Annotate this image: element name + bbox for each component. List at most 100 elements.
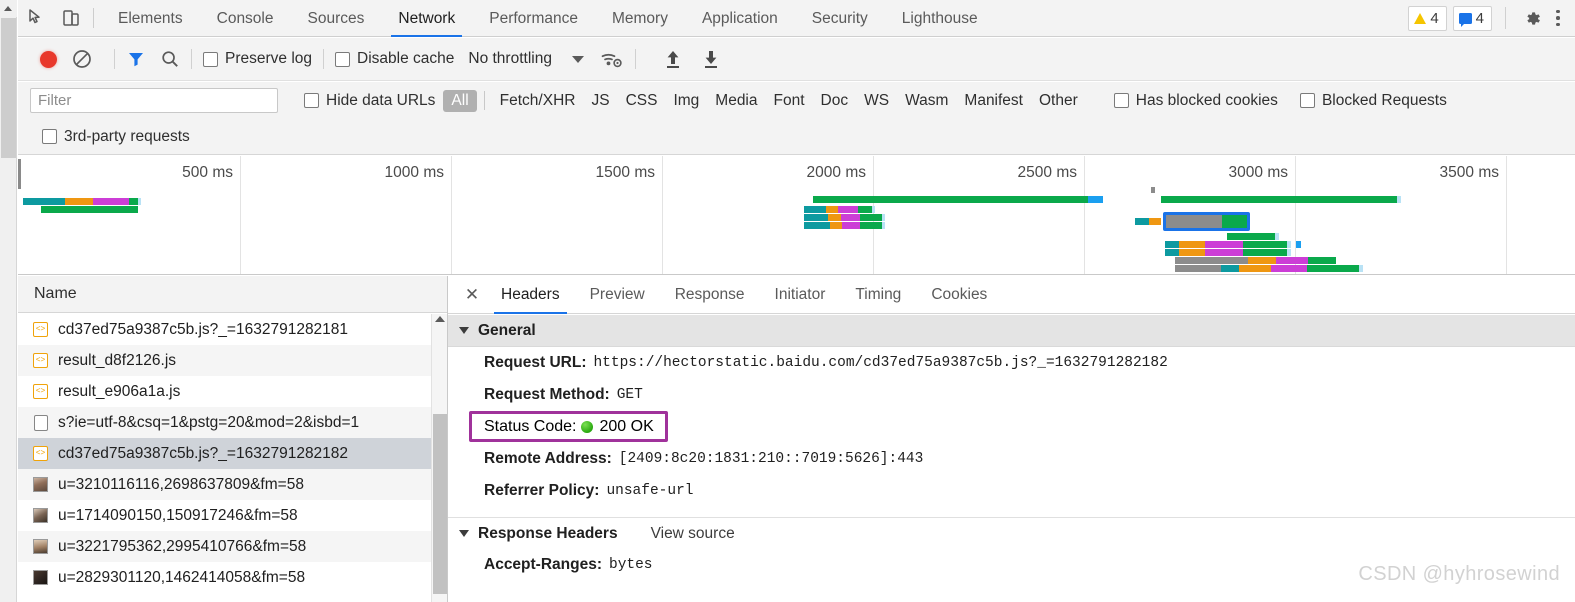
throttling-select[interactable]: No throttling	[468, 50, 552, 68]
clear-button[interactable]	[71, 48, 93, 70]
disable-cache-box[interactable]	[335, 51, 351, 67]
request-url-row: Request URL: https://hectorstatic.baidu.…	[448, 347, 1575, 379]
tick-line	[1506, 156, 1507, 274]
filter-type-fetchxhr[interactable]: Fetch/XHR	[492, 90, 584, 112]
tab-timing[interactable]: Timing	[840, 276, 916, 314]
hide-data-urls-label: Hide data URLs	[326, 91, 436, 109]
waterfall-bar	[1165, 241, 1305, 248]
filter-type-css[interactable]: CSS	[618, 90, 666, 112]
warning-count-badge[interactable]: 4	[1408, 5, 1447, 31]
preserve-log-label: Preserve log	[225, 50, 313, 67]
tick-label: 2000 ms	[806, 164, 866, 181]
tab-headers[interactable]: Headers	[486, 276, 575, 314]
waterfall-bar	[804, 222, 900, 229]
filter-type-font[interactable]: Font	[766, 90, 813, 112]
search-icon[interactable]	[160, 49, 180, 69]
waterfall-bar	[1165, 249, 1299, 256]
third-party-requests-box[interactable]	[42, 129, 57, 144]
network-controls-bar: Preserve log Disable cache No throttling	[18, 38, 1575, 81]
table-row[interactable]: <> result_d8f2126.js	[18, 345, 447, 376]
view-source-link[interactable]: View source	[651, 525, 735, 543]
overview-left-handle[interactable]	[18, 159, 21, 189]
scrollbar-thumb[interactable]	[1, 18, 16, 158]
selected-request-highlight[interactable]	[1163, 212, 1250, 231]
filter-input[interactable]	[30, 88, 278, 113]
tab-preview[interactable]: Preview	[575, 276, 660, 314]
filter-type-js[interactable]: JS	[583, 90, 617, 112]
tick-line	[1084, 156, 1085, 274]
headers-content: General Request URL: https://hectorstati…	[448, 315, 1575, 602]
preserve-log-box[interactable]	[203, 51, 218, 67]
has-blocked-cookies-checkbox[interactable]: Has blocked cookies	[1113, 92, 1278, 110]
message-count-badge[interactable]: 4	[1452, 5, 1492, 31]
table-row[interactable]: u=1714090150,150917246&fm=58	[18, 500, 447, 531]
table-row-selected[interactable]: <> cd37ed75a9387c5b.js?_=1632791282182	[18, 438, 447, 469]
tab-memory[interactable]: Memory	[595, 0, 685, 37]
scrollbar-thumb[interactable]	[433, 414, 447, 594]
device-toolbar-icon[interactable]	[56, 3, 86, 33]
table-row[interactable]: u=2829301120,1462414058&fm=58	[18, 562, 447, 593]
network-overview-timeline[interactable]: 500 ms 1000 ms 1500 ms 2000 ms 2500 ms 3…	[18, 156, 1575, 275]
kebab-menu-icon[interactable]	[1547, 6, 1569, 30]
table-row[interactable]: <> cd37ed75a9387c5b.js?_=1632791282181	[18, 314, 447, 345]
blocked-requests-box[interactable]	[1299, 93, 1315, 108]
hide-data-urls-checkbox[interactable]: Hide data URLs	[304, 92, 435, 110]
waterfall-bar	[1175, 257, 1336, 264]
tab-initiator[interactable]: Initiator	[760, 276, 841, 314]
scroll-up-arrow-icon[interactable]	[0, 0, 17, 17]
filter-type-all[interactable]: All	[443, 89, 477, 112]
tab-lighthouse[interactable]: Lighthouse	[885, 0, 995, 37]
preserve-log-checkbox[interactable]: Preserve log	[203, 50, 312, 68]
filter-type-ws[interactable]: WS	[856, 90, 897, 112]
request-list-pane: Name <> cd37ed75a9387c5b.js?_=1632791282…	[18, 276, 448, 602]
filter-type-img[interactable]: Img	[665, 90, 707, 112]
filter-type-doc[interactable]: Doc	[813, 90, 857, 112]
general-section-header[interactable]: General	[448, 315, 1575, 347]
request-list-scrollbar[interactable]	[431, 314, 447, 602]
status-code-row: Status Code: 200 OK	[448, 411, 1575, 443]
request-detail-pane: ✕ Headers Preview Response Initiator Tim…	[448, 276, 1575, 602]
table-row[interactable]: u=3210116116,2698637809&fm=58	[18, 469, 447, 500]
export-har-icon[interactable]	[699, 47, 723, 71]
hide-data-urls-box[interactable]	[304, 93, 319, 108]
has-blocked-cookies-box[interactable]	[1113, 93, 1129, 108]
disable-cache-checkbox[interactable]: Disable cache	[335, 50, 454, 68]
network-conditions-icon[interactable]	[600, 48, 624, 70]
inspect-element-icon[interactable]	[22, 3, 52, 33]
filter-type-media[interactable]: Media	[707, 90, 765, 112]
record-button[interactable]	[40, 50, 57, 68]
filter-type-manifest[interactable]: Manifest	[956, 90, 1031, 112]
filter-type-other[interactable]: Other	[1031, 90, 1086, 112]
close-icon[interactable]: ✕	[458, 276, 486, 313]
tab-console[interactable]: Console	[200, 0, 291, 37]
filter-funnel-icon[interactable]	[126, 49, 146, 69]
toolbar-divider	[93, 8, 94, 28]
gear-icon[interactable]	[1517, 3, 1547, 33]
tab-application[interactable]: Application	[685, 0, 795, 37]
tab-response[interactable]: Response	[660, 276, 760, 314]
table-row[interactable]: s?ie=utf-8&csq=1&pstg=20&mod=2&isbd=1	[18, 407, 447, 438]
tab-elements[interactable]: Elements	[101, 0, 200, 37]
blocked-requests-checkbox[interactable]: Blocked Requests	[1299, 92, 1447, 110]
chevron-down-icon	[459, 327, 469, 334]
green-status-dot	[580, 421, 593, 433]
tab-security[interactable]: Security	[795, 0, 885, 37]
tab-sources[interactable]: Sources	[291, 0, 382, 37]
table-row[interactable]: u=3221795362,2995410766&fm=58	[18, 531, 447, 562]
chevron-down-icon[interactable]	[571, 55, 584, 63]
tab-network[interactable]: Network	[381, 0, 472, 37]
tab-cookies[interactable]: Cookies	[916, 276, 1002, 314]
response-headers-section-header[interactable]: Response Headers View source	[448, 517, 1575, 549]
request-url-value[interactable]: https://hectorstatic.baidu.com/cd37ed75a…	[593, 355, 1167, 371]
disable-cache-label: Disable cache	[357, 50, 455, 67]
response-headers-title: Response Headers	[478, 524, 618, 542]
scroll-up-arrow-icon[interactable]	[435, 316, 445, 322]
tab-performance[interactable]: Performance	[472, 0, 595, 37]
import-har-icon[interactable]	[661, 47, 685, 71]
page-scrollbar[interactable]	[0, 0, 17, 602]
third-party-requests-checkbox[interactable]: 3rd-party requests	[42, 128, 190, 146]
request-name: result_d8f2126.js	[58, 351, 177, 369]
table-row[interactable]: <> result_e906a1a.js	[18, 376, 447, 407]
filter-type-wasm[interactable]: Wasm	[897, 90, 956, 112]
